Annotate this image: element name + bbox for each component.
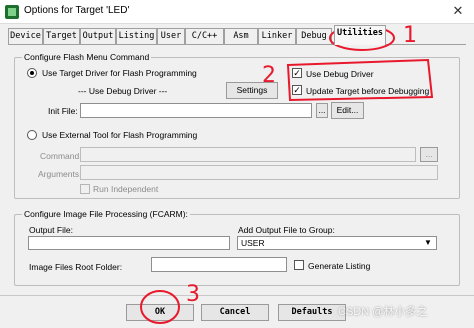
tab-listing[interactable]: Listing <box>116 28 157 44</box>
tab-output[interactable]: Output <box>80 28 116 44</box>
cancel-button[interactable]: Cancel <box>201 304 269 321</box>
tab-utilities[interactable]: Utilities <box>334 25 386 45</box>
init-file-input[interactable] <box>80 103 312 118</box>
tab-device[interactable]: Device <box>8 28 43 44</box>
tab-linker[interactable]: Linker <box>258 28 296 44</box>
tab-strip-divider <box>8 44 466 45</box>
driver-select-value[interactable]: --- Use Debug Driver --- <box>78 86 167 96</box>
tab-debug[interactable]: Debug <box>296 28 332 44</box>
use-debug-driver-label: Use Debug Driver <box>306 69 374 79</box>
group-select[interactable]: USER ▼ <box>237 236 437 250</box>
generate-listing-checkbox[interactable] <box>294 260 304 270</box>
tab-target[interactable]: Target <box>43 28 80 44</box>
flash-group-title: Configure Flash Menu Command <box>22 52 152 62</box>
use-target-driver-label: Use Target Driver for Flash Programming <box>42 68 197 78</box>
add-output-label: Add Output File to Group: <box>238 225 335 235</box>
root-folder-input[interactable] <box>151 257 287 272</box>
defaults-button[interactable]: Defaults <box>278 304 346 321</box>
init-file-label: Init File: <box>48 106 78 116</box>
use-target-driver-radio[interactable] <box>27 68 37 78</box>
close-button[interactable]: ✕ <box>448 2 468 20</box>
generate-listing-label: Generate Listing <box>308 261 371 271</box>
use-debug-driver-checkbox[interactable]: ✓ <box>292 68 302 78</box>
arguments-input[interactable] <box>80 165 438 180</box>
root-folder-label: Image Files Root Folder: <box>29 262 123 272</box>
use-external-tool-label: Use External Tool for Flash Programming <box>42 130 198 140</box>
run-independent-label: Run Independent <box>93 184 159 194</box>
init-file-browse-button[interactable]: ... <box>316 103 328 118</box>
run-independent-checkbox[interactable] <box>80 184 90 194</box>
window-title: Options for Target 'LED' <box>24 5 130 16</box>
command-browse-button[interactable]: ... <box>420 147 438 162</box>
update-target-checkbox[interactable]: ✓ <box>292 85 302 95</box>
output-file-input[interactable] <box>28 236 230 250</box>
tab-user[interactable]: User <box>157 28 185 44</box>
settings-button[interactable]: Settings <box>226 82 278 99</box>
watermark: CSDN @林小多之 <box>338 306 428 318</box>
app-icon <box>5 5 19 19</box>
output-file-label: Output File: <box>29 225 73 235</box>
update-target-label: Update Target before Debugging <box>306 86 430 96</box>
tab-c-cpp[interactable]: C/C++ <box>185 28 224 44</box>
tab-asm[interactable]: Asm <box>224 28 258 44</box>
group-select-value: USER <box>241 238 265 248</box>
ok-button[interactable]: OK <box>126 304 194 321</box>
command-input[interactable] <box>80 147 416 162</box>
command-label: Command: <box>40 151 82 161</box>
use-external-tool-radio[interactable] <box>27 130 37 140</box>
arguments-label: Arguments: <box>38 169 82 179</box>
image-processing-group <box>14 214 460 286</box>
chevron-down-icon: ▼ <box>424 238 432 247</box>
footer-divider <box>0 295 474 296</box>
edit-button[interactable]: Edit... <box>331 102 364 119</box>
image-group-title: Configure Image File Processing (FCARM): <box>22 209 190 219</box>
